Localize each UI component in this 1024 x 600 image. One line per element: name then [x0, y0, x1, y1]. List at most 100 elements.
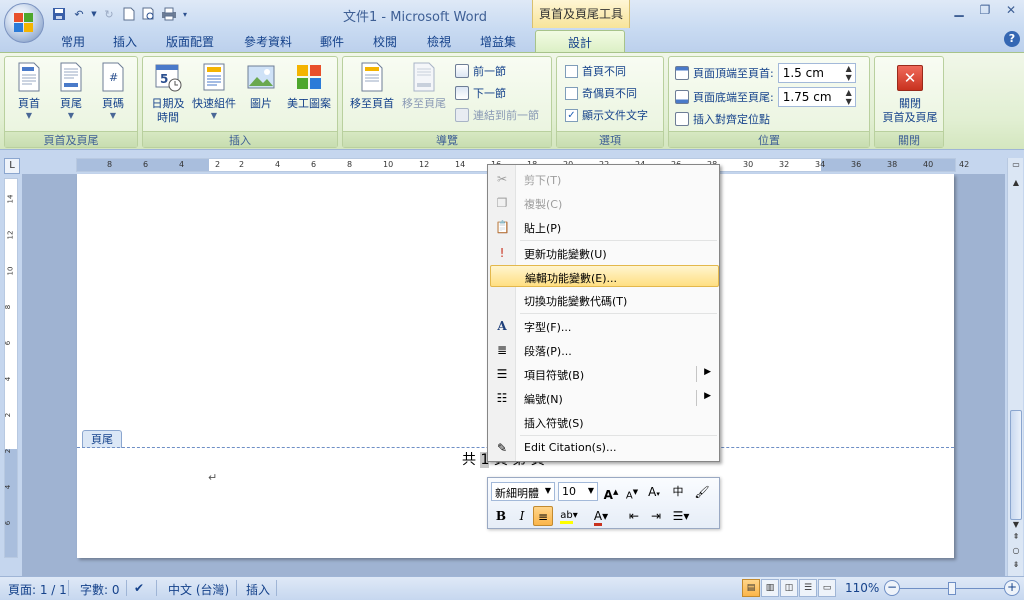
page-indicator[interactable]: 頁面: 1 / 1: [8, 581, 67, 598]
quick-parts-button[interactable]: 快速組件 ▼: [191, 61, 237, 120]
menu-item-bullets[interactable]: ☰ 項目符號(B) ▶: [490, 363, 719, 385]
footer-button[interactable]: 頁尾 ▼: [53, 61, 89, 120]
tab-design[interactable]: 設計: [535, 30, 625, 52]
office-button[interactable]: [4, 3, 44, 43]
minimize-icon[interactable]: ▁: [946, 0, 972, 20]
clip-art-button[interactable]: 美工圖案: [283, 61, 335, 111]
select-browse-object-icon[interactable]: ○: [1010, 546, 1022, 560]
different-first-page-checkbox[interactable]: 首頁不同: [565, 63, 626, 79]
menu-item-edit-citation-label: Edit Citation(s)...: [524, 441, 617, 454]
insert-alignment-tab-button[interactable]: 插入對齊定位點: [675, 111, 770, 127]
new-document-icon[interactable]: [120, 5, 138, 23]
submenu-arrow-icon[interactable]: ▶: [704, 391, 711, 401]
tab-page-layout[interactable]: 版面配置: [162, 30, 218, 52]
menu-item-font[interactable]: A 字型(F)...: [490, 315, 719, 337]
print-layout-view-icon[interactable]: ▤: [742, 579, 760, 597]
spinner-arrows-icon[interactable]: ▲ ▼: [846, 64, 852, 82]
link-previous-button[interactable]: 連結到前一節: [455, 107, 539, 123]
menu-item-copy[interactable]: ❐ 複製(C): [490, 192, 719, 214]
menu-item-insert-symbol[interactable]: 插入符號(S): [490, 411, 719, 433]
different-odd-even-checkbox[interactable]: 奇偶頁不同: [565, 85, 637, 101]
zoom-slider-knob[interactable]: [948, 582, 956, 595]
font-name-dropdown[interactable]: 新細明體 ▼: [491, 482, 555, 501]
outline-view-icon[interactable]: ☰: [799, 579, 817, 597]
menu-item-edit-citation[interactable]: ✎ Edit Citation(s)...: [490, 437, 719, 459]
web-layout-view-icon[interactable]: ◫: [780, 579, 798, 597]
print-preview-icon[interactable]: [140, 5, 158, 23]
tab-selector-button[interactable]: L: [4, 158, 20, 174]
format-painter-icon[interactable]: 中: [668, 482, 688, 502]
tab-insert[interactable]: 插入: [108, 30, 142, 52]
decrease-indent-icon[interactable]: ⇤: [624, 506, 644, 526]
goto-header-button[interactable]: 移至頁首: [347, 61, 397, 111]
redo-icon[interactable]: ↻: [100, 5, 118, 23]
zoom-in-icon[interactable]: +: [1004, 580, 1020, 596]
full-screen-reading-view-icon[interactable]: ▥: [761, 579, 779, 597]
close-window-icon[interactable]: ✕: [998, 0, 1024, 20]
tab-view[interactable]: 檢視: [422, 30, 456, 52]
page-number-button[interactable]: # 頁碼 ▼: [95, 61, 131, 120]
zoom-level[interactable]: 110%: [845, 581, 879, 595]
bold-button[interactable]: B: [491, 506, 511, 526]
vertical-ruler[interactable]: 14 12 10 8 6 4 2 2 4 6: [4, 178, 18, 558]
previous-section-button[interactable]: 前一節: [455, 63, 506, 79]
next-section-button[interactable]: 下一節: [455, 85, 506, 101]
insert-mode-indicator[interactable]: 插入: [246, 581, 270, 598]
insert-alignment-tab-label: 插入對齊定位點: [693, 113, 770, 126]
center-align-button[interactable]: ≡: [533, 506, 553, 526]
undo-dropdown-icon[interactable]: ▼: [90, 5, 98, 23]
highlight-color-button[interactable]: ab▾: [556, 506, 582, 526]
undo-icon[interactable]: ↶: [70, 5, 88, 23]
group-label-header-footer: 頁首及頁尾: [5, 131, 137, 147]
previous-page-icon[interactable]: ⇞: [1010, 532, 1022, 546]
ribbon: 頁首 ▼ 頁尾 ▼ # 頁碼 ▼ 頁首及頁尾 5 日期及 時間 快速組件 ▼ 圖…: [0, 52, 1024, 150]
close-header-footer-button[interactable]: ✕ 關閉 頁首及頁尾: [877, 61, 943, 125]
word-count[interactable]: 字數: 0: [80, 581, 120, 598]
footer-from-bottom-input[interactable]: 1.75 cm ▲ ▼: [777, 87, 856, 107]
tab-review[interactable]: 校閱: [368, 30, 402, 52]
print-icon[interactable]: [160, 5, 178, 23]
customize-toolbar-icon[interactable]: ▾: [180, 5, 190, 23]
goto-footer-button[interactable]: 移至頁尾: [399, 61, 449, 111]
ruler-toggle-icon[interactable]: ▭: [1010, 160, 1022, 174]
brush-icon[interactable]: 🖌: [692, 482, 712, 502]
menu-item-cut[interactable]: ✂ 剪下(T): [490, 168, 719, 190]
close-label-2: 頁首及頁尾: [882, 111, 938, 124]
save-icon[interactable]: [50, 5, 68, 23]
header-from-top-input[interactable]: 1.5 cm ▲ ▼: [777, 63, 856, 83]
submenu-arrow-icon[interactable]: ▶: [704, 367, 711, 377]
grow-font-button[interactable]: A▲: [601, 482, 621, 502]
restore-icon[interactable]: ❐: [972, 0, 998, 20]
help-icon[interactable]: ?: [1004, 31, 1020, 47]
picture-button[interactable]: 圖片: [243, 61, 279, 111]
date-time-button[interactable]: 5 日期及 時間: [147, 61, 189, 125]
language-indicator[interactable]: 中文 (台灣): [168, 581, 229, 598]
tab-home[interactable]: 常用: [56, 30, 90, 52]
menu-item-toggle-field-codes[interactable]: 切換功能變數代碼(T): [490, 289, 719, 311]
header-button[interactable]: 頁首 ▼: [11, 61, 47, 120]
shrink-font-button[interactable]: A▼: [622, 482, 642, 502]
scroll-up-icon[interactable]: ▲: [1010, 178, 1022, 192]
menu-item-update-field[interactable]: ! 更新功能變數(U): [490, 242, 719, 264]
styles-button[interactable]: A▾: [644, 482, 664, 502]
proofing-icon[interactable]: ✔: [134, 581, 144, 595]
tab-references[interactable]: 參考資料: [240, 30, 296, 52]
increase-indent-icon[interactable]: ⇥: [646, 506, 666, 526]
next-page-icon[interactable]: ⇟: [1010, 560, 1022, 574]
bullets-toolbar-icon[interactable]: ☰▾: [668, 506, 694, 526]
menu-item-paragraph[interactable]: ≣ 段落(P)...: [490, 339, 719, 361]
font-size-dropdown[interactable]: 10 ▼: [558, 482, 598, 501]
show-document-text-checkbox[interactable]: ✓ 顯示文件文字: [565, 107, 648, 123]
italic-button[interactable]: I: [512, 506, 532, 526]
tab-add-ins[interactable]: 增益集: [476, 30, 520, 52]
draft-view-icon[interactable]: ▭: [818, 579, 836, 597]
spinner-arrows-icon[interactable]: ▲ ▼: [846, 88, 852, 106]
zoom-out-icon[interactable]: −: [884, 580, 900, 596]
menu-item-numbering[interactable]: ☷ 編號(N) ▶: [490, 387, 719, 409]
scroll-thumb[interactable]: [1010, 410, 1022, 520]
font-color-button[interactable]: A▾: [588, 506, 614, 526]
tab-mailings[interactable]: 郵件: [316, 30, 348, 52]
menu-item-edit-field[interactable]: 編輯功能變數(E)...: [490, 265, 719, 287]
menu-item-paste[interactable]: 📋 貼上(P): [490, 216, 719, 238]
vertical-scrollbar[interactable]: ▭ ▲ ▼ ⇞ ○ ⇟: [1007, 158, 1023, 576]
